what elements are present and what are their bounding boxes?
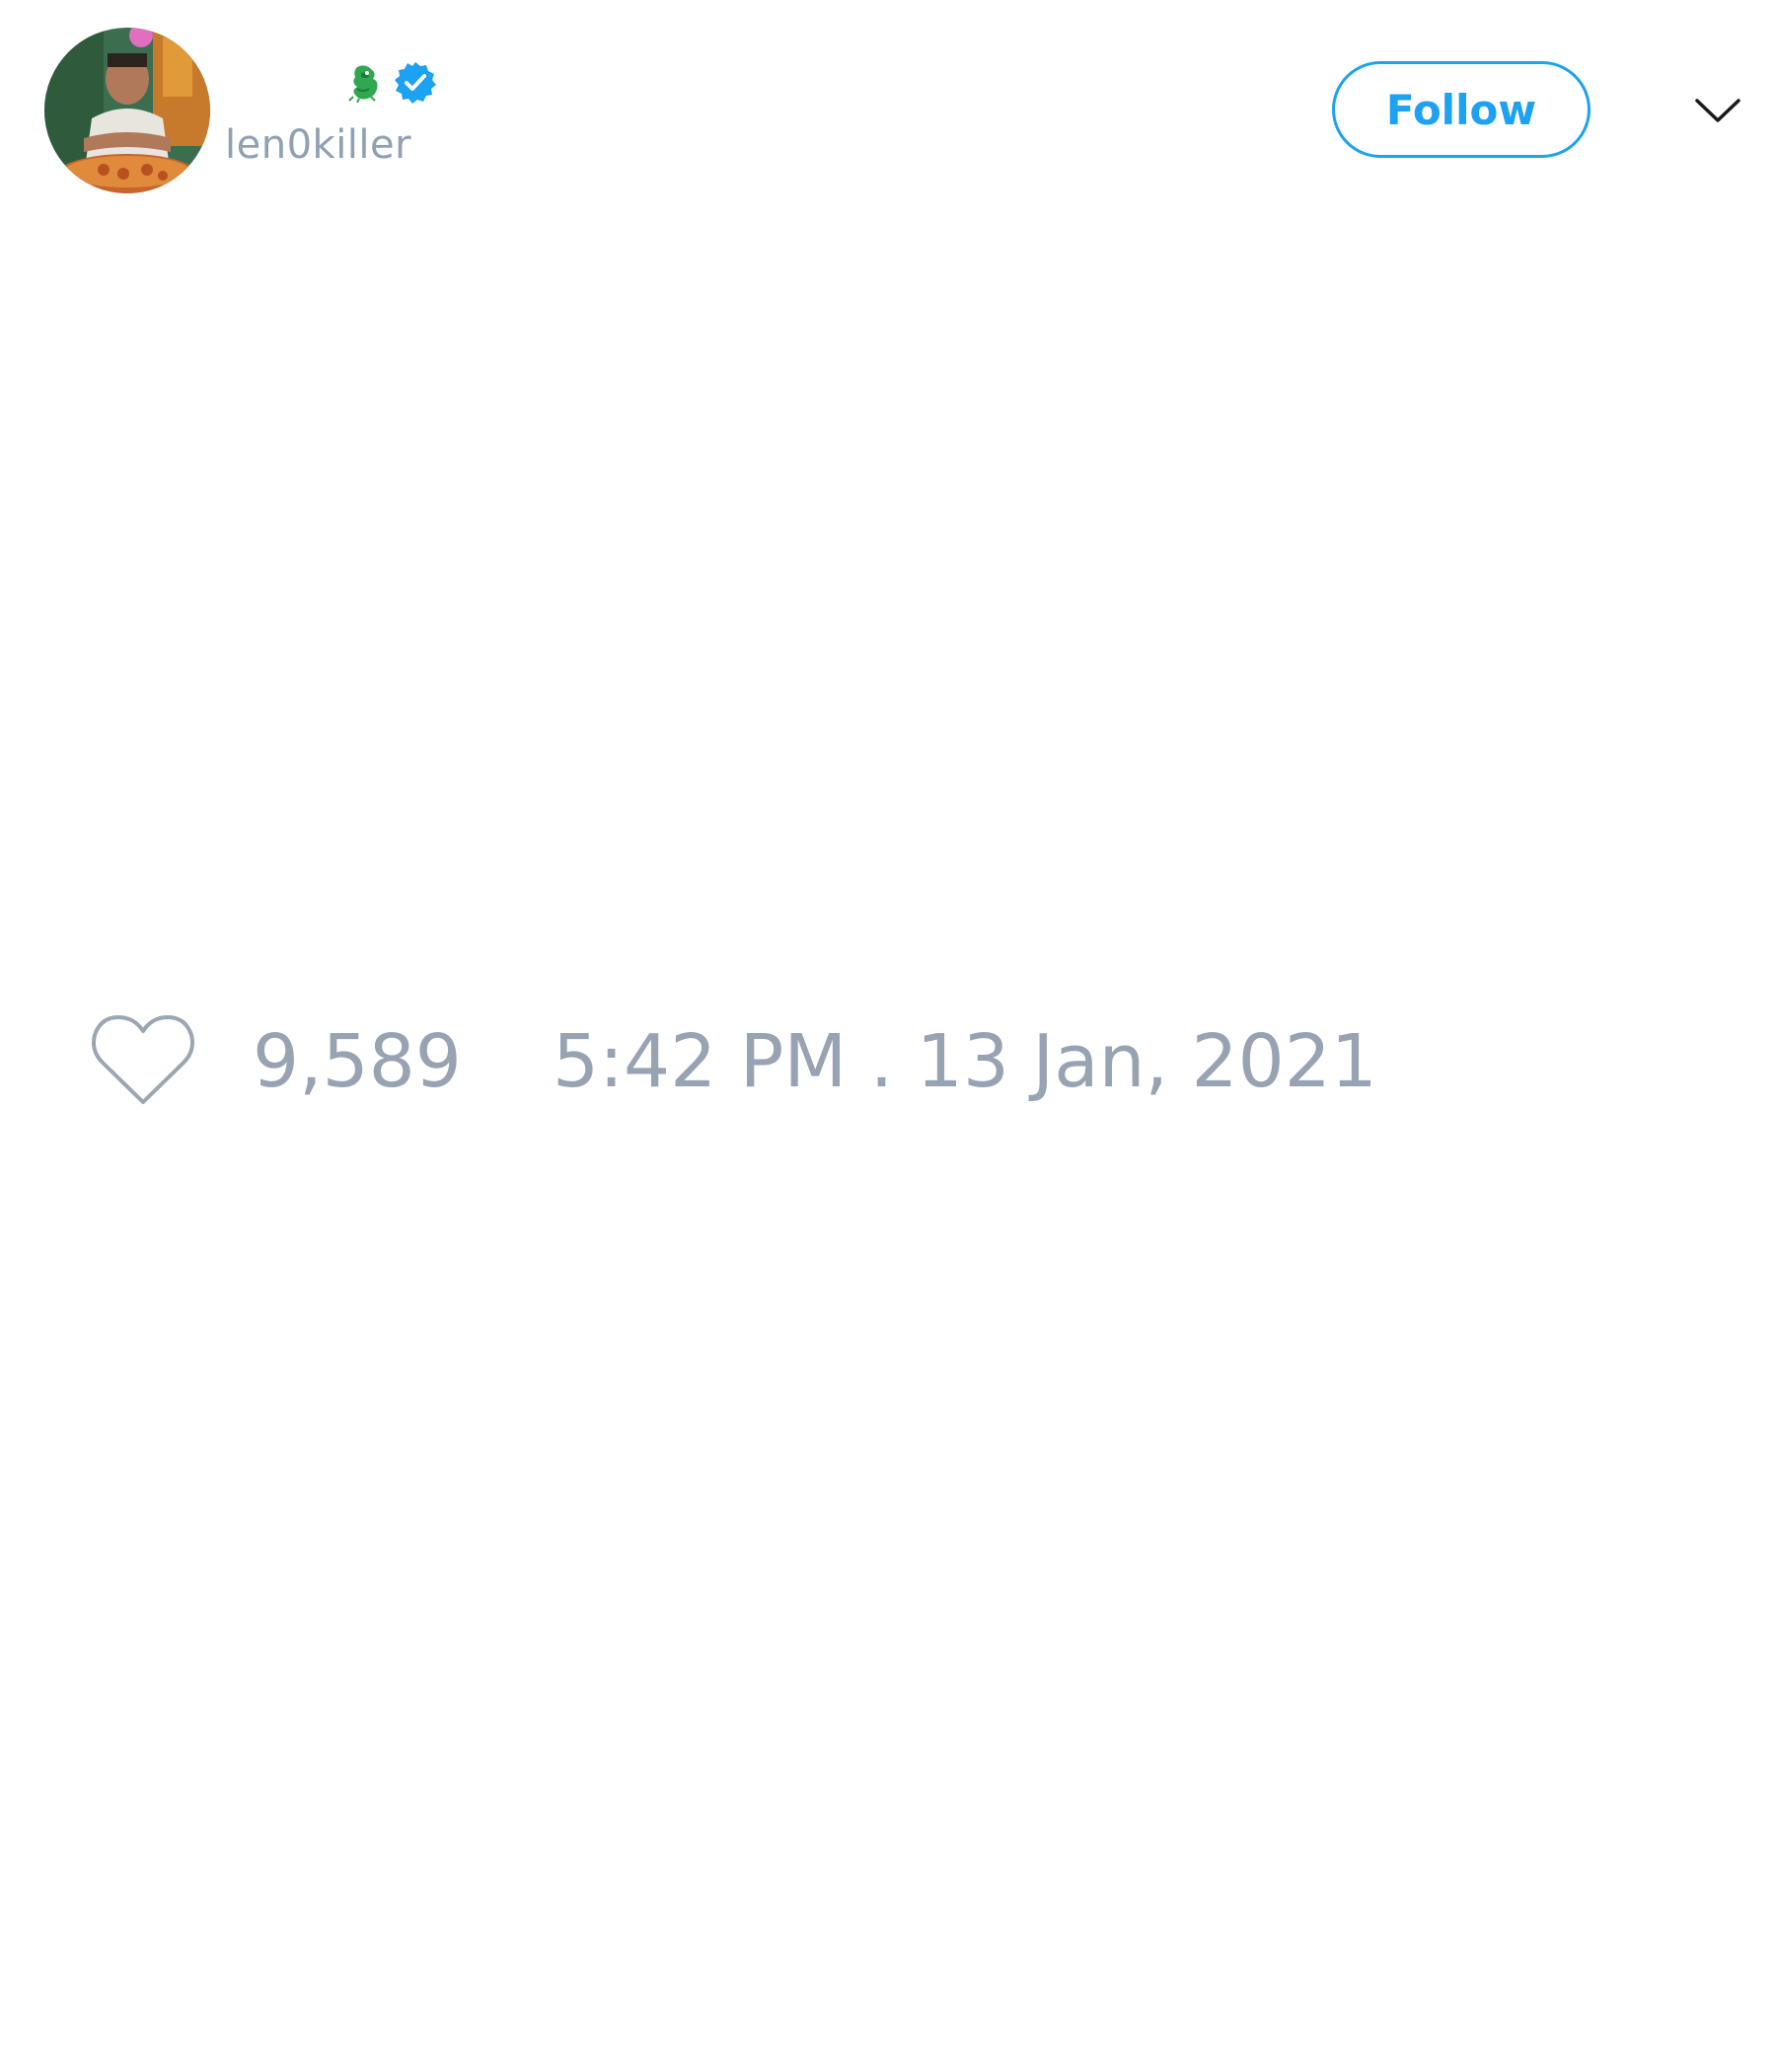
verified-badge-icon (393, 60, 438, 106)
like-count: 9,589 (253, 1019, 462, 1104)
follow-button[interactable]: Follow (1332, 61, 1591, 158)
profile-photo (44, 28, 210, 193)
tweet-timestamp[interactable]: 5:42 PM . 13 Jan, 2021 (553, 1020, 1377, 1103)
heart-icon[interactable] (89, 1011, 197, 1110)
avatar[interactable] (44, 28, 210, 193)
author-handle[interactable]: len0killer (225, 122, 411, 168)
chevron-down-icon[interactable] (1693, 91, 1742, 130)
dragon-icon (347, 63, 383, 104)
tweet-card: len0killer Follow 9,589 5:42 PM . 13 Jan… (0, 0, 1776, 2072)
author-name-row (347, 57, 438, 109)
